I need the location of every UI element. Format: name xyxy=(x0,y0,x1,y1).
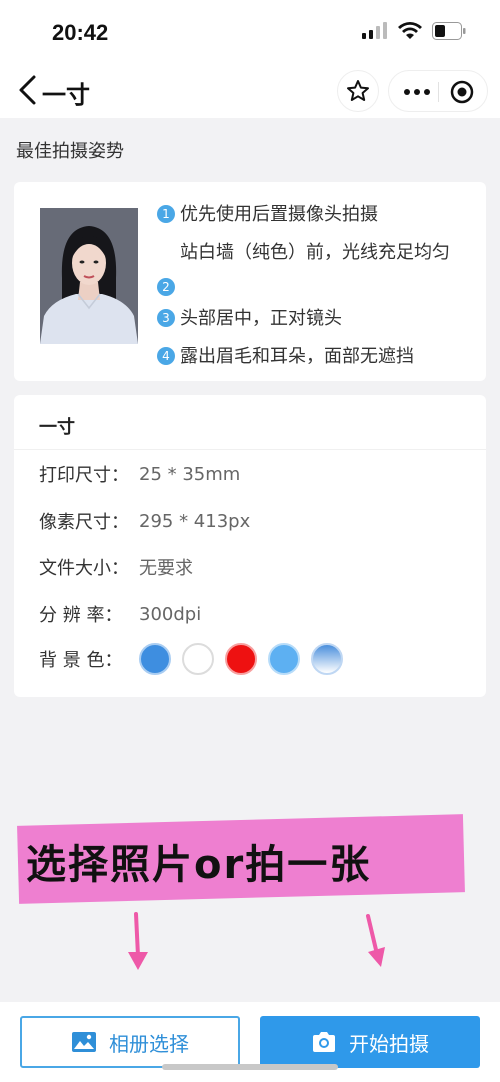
spec-row-file-size: 文件大小： 无要求 xyxy=(39,554,193,580)
swatch-blue[interactable] xyxy=(139,643,171,675)
spec-value: 25 * 35mm xyxy=(139,463,241,485)
page-title: 一寸 xyxy=(42,81,90,109)
spec-divider xyxy=(14,449,486,450)
swatch-gradient-blue[interactable] xyxy=(311,643,343,675)
album-select-label: 相册选择 xyxy=(109,1031,189,1056)
start-shooting-button[interactable]: 开始拍摄 xyxy=(260,1016,480,1068)
miniprogram-capsule xyxy=(388,70,488,112)
status-time: 20:42 xyxy=(52,20,109,45)
tips-list: 1 优先使用后置摄像头拍摄 2 站白墙（纯色）前，光线充足均匀 3 头部居中，正… xyxy=(157,200,472,380)
spec-key: 分 辨 率： xyxy=(39,605,123,626)
star-icon xyxy=(347,80,369,101)
cellular-signal-icon xyxy=(362,22,387,39)
tip-text: 露出眉毛和耳朵，面部无遮挡 xyxy=(180,346,414,367)
spec-key: 像素尺寸： xyxy=(39,512,129,533)
spec-value: 300dpi xyxy=(139,603,202,625)
spec-card: 一寸 打印尺寸： 25 * 35mm 像素尺寸： 295 * 413px 文件大… xyxy=(14,395,486,697)
battery-icon xyxy=(432,22,466,40)
sample-id-photo xyxy=(40,208,138,344)
capsule-divider xyxy=(438,82,439,102)
tip-item: 1 优先使用后置摄像头拍摄 xyxy=(157,200,472,230)
tip-text: 头部居中，正对镜头 xyxy=(180,308,342,329)
tip-item: 4 露出眉毛和耳朵，面部无遮挡 xyxy=(157,342,472,372)
swatch-red[interactable] xyxy=(225,643,257,675)
spec-row-background-color: 背 景 色： xyxy=(39,643,343,675)
tip-text: 站白墙（纯色）前，光线充足均匀 xyxy=(180,242,450,263)
spec-value: 无要求 xyxy=(139,558,193,579)
portrait-illustration xyxy=(40,208,138,344)
tip-number-badge: 4 xyxy=(157,347,175,365)
image-icon xyxy=(72,1032,96,1052)
spec-key: 背 景 色： xyxy=(39,650,123,671)
spec-row-print-size: 打印尺寸： 25 * 35mm xyxy=(39,461,240,487)
chevron-left-icon xyxy=(19,75,36,105)
tip-item: 2 站白墙（纯色）前，光线充足均匀 xyxy=(157,238,472,296)
start-shooting-label: 开始拍摄 xyxy=(349,1031,429,1056)
more-icon[interactable] xyxy=(403,82,431,102)
spec-title: 一寸 xyxy=(39,417,75,438)
tip-number-badge: 3 xyxy=(157,309,175,327)
annotation-text: 选择照片or拍一张 xyxy=(26,842,372,888)
swatch-white[interactable] xyxy=(182,643,214,675)
tip-text: 优先使用后置摄像头拍摄 xyxy=(180,204,378,225)
tip-number-badge: 2 xyxy=(157,278,175,296)
arrow-down-right-icon xyxy=(366,914,385,967)
album-select-button[interactable]: 相册选择 xyxy=(20,1016,240,1068)
tip-item: 3 头部居中，正对镜头 xyxy=(157,304,472,334)
spec-row-pixel-size: 像素尺寸： 295 * 413px xyxy=(39,508,250,534)
spec-value: 295 * 413px xyxy=(139,510,251,532)
camera-icon xyxy=(313,1032,335,1052)
home-indicator xyxy=(162,1064,338,1070)
bottom-action-bar: 相册选择 开始拍摄 xyxy=(0,1002,500,1082)
swatch-light-blue[interactable] xyxy=(268,643,300,675)
tip-number-badge: 1 xyxy=(157,205,175,223)
spec-key: 打印尺寸： xyxy=(39,465,129,486)
status-bar: 20:42 xyxy=(0,0,500,62)
spec-row-resolution: 分 辨 率： 300dpi xyxy=(39,601,201,627)
color-swatches xyxy=(139,643,343,675)
wifi-icon xyxy=(398,22,422,39)
section-title: 最佳拍摄姿势 xyxy=(16,141,124,162)
spec-key: 文件大小： xyxy=(39,558,129,579)
close-miniprogram-icon[interactable] xyxy=(450,80,474,104)
status-icons xyxy=(362,22,466,40)
nav-bar: 一寸 xyxy=(0,62,500,118)
arrow-down-left-icon xyxy=(128,912,148,970)
pose-tips-card: 1 优先使用后置摄像头拍摄 2 站白墙（纯色）前，光线充足均匀 3 头部居中，正… xyxy=(14,182,486,381)
favorite-button[interactable] xyxy=(337,70,379,112)
